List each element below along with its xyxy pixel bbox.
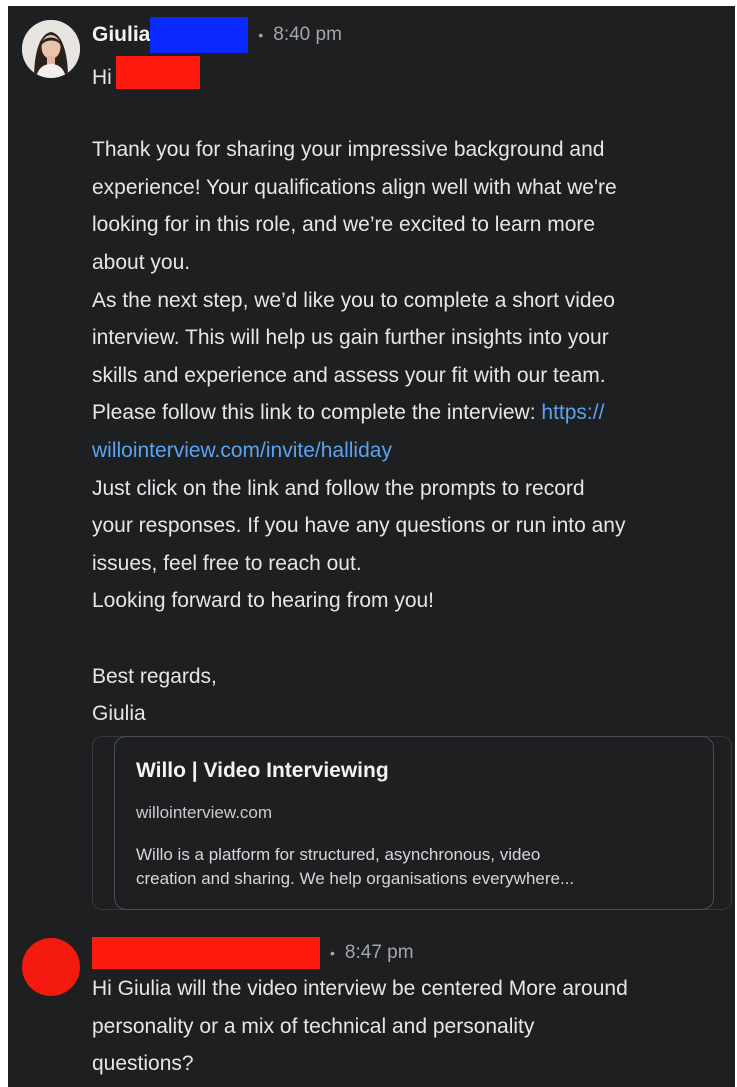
message-body: Hi Thank you for sharing your impressive… (92, 56, 732, 733)
body-line-with-link: Please follow this link to complete the … (92, 394, 732, 432)
sign-off: Best regards, (92, 664, 217, 688)
body-line: Hi Giulia will the video interview be ce… (92, 977, 628, 1000)
link-preview-description: Willo is a platform for structured, asyn… (136, 843, 696, 891)
chat-thread: Giulia • 8:40 pm Hi Thank you for sharin… (8, 6, 735, 1087)
timestamp: 8:40 pm (273, 24, 342, 45)
body-line: Just click on the link and follow the pr… (92, 476, 585, 500)
timestamp: 8:47 pm (344, 942, 414, 963)
interview-link-part-2[interactable]: willointerview.com/invite/halliday (92, 432, 732, 470)
link-preview-card[interactable]: Willo | Video Interviewing willointervie… (114, 736, 714, 910)
redacted-surname (150, 17, 249, 53)
body-line: looking for in this role, and we’re exci… (92, 213, 596, 237)
description-line: creation and sharing. We help organisati… (136, 869, 575, 888)
body-line: personality or a mix of technical and pe… (92, 1014, 535, 1038)
redacted-sender-name (92, 937, 320, 969)
reply-body: Hi Giulia will the video interview be ce… (92, 970, 732, 1083)
body-line: questions? (92, 1052, 194, 1076)
sender-name[interactable]: Giulia (92, 23, 150, 47)
body-line: about you. (92, 250, 191, 274)
message-header: • 8:47 pm (92, 937, 414, 969)
body-line: interview. This will help us gain furthe… (92, 326, 609, 350)
greeting-text: Hi (92, 66, 112, 89)
body-text: Please follow this link to complete the … (92, 401, 536, 425)
link-preview-domain: willointerview.com (136, 803, 273, 822)
redacted-recipient-name (115, 56, 200, 89)
body-line: Looking forward to hearing from you! (92, 589, 435, 613)
avatar-redacted[interactable] (22, 938, 80, 996)
greeting-line: Hi (92, 56, 732, 94)
signature-name: Giulia (92, 702, 146, 726)
description-line: Willo is a platform for structured, asyn… (136, 845, 541, 864)
avatar-giulia[interactable] (22, 20, 80, 78)
body-line: As the next step, we’d like you to compl… (92, 288, 615, 312)
link-preview-title: Willo | Video Interviewing (136, 759, 389, 782)
interview-link-part-1[interactable]: https:// (541, 401, 604, 424)
body-line: your responses. If you have any question… (92, 514, 626, 538)
body-line: experience! Your qualifications align we… (92, 175, 617, 199)
time-separator: • (258, 27, 264, 43)
profile-photo-icon (22, 20, 80, 78)
time-separator: • (330, 945, 335, 961)
message-header: Giulia • 8:40 pm (92, 17, 342, 53)
body-line: Thank you for sharing your impressive ba… (92, 138, 605, 162)
body-line: issues, feel free to reach out. (92, 551, 362, 575)
body-line: skills and experience and assess your fi… (92, 363, 606, 387)
